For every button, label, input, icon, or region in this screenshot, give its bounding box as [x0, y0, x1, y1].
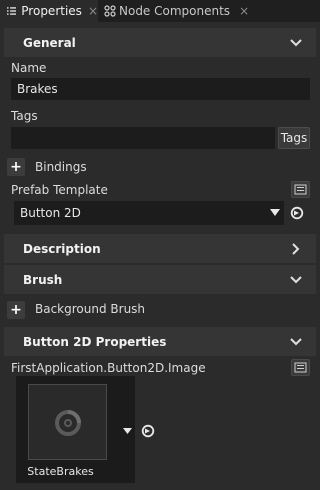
revert-icon[interactable]: [141, 424, 155, 438]
background-brush-label: Background Brush: [35, 302, 146, 316]
section-brush[interactable]: Brush: [4, 265, 316, 294]
browse-icon: [294, 184, 307, 195]
components-icon: [104, 5, 116, 17]
browse-icon: [294, 362, 307, 373]
image-preview[interactable]: StateBrakes: [16, 376, 135, 483]
section-button2d-properties[interactable]: Button 2D Properties: [4, 327, 316, 356]
section-description[interactable]: Description: [4, 234, 316, 263]
image-property-label: FirstApplication.Button2D.Image: [11, 361, 206, 375]
tags-label: Tags: [11, 109, 38, 123]
add-binding-button[interactable]: +: [7, 158, 25, 176]
image-caption: StateBrakes: [27, 465, 94, 478]
prefab-template-value: Button 2D: [20, 206, 81, 220]
close-icon[interactable]: ×: [88, 4, 98, 18]
tab-properties-label: Properties: [21, 4, 82, 18]
prefab-template-select[interactable]: Button 2D: [14, 201, 284, 225]
image-thumbnail[interactable]: [28, 384, 107, 460]
section-description-label: Description: [23, 241, 101, 256]
add-background-brush-button[interactable]: +: [7, 301, 25, 319]
chevron-down-icon: [290, 39, 302, 47]
tags-field[interactable]: [11, 127, 275, 149]
tab-properties[interactable]: Properties ×: [0, 0, 98, 22]
tab-node-components[interactable]: Node Components ×: [98, 0, 250, 22]
brake-disc-icon: [55, 410, 81, 436]
section-general-label: General: [23, 35, 76, 50]
chevron-right-icon: [292, 243, 300, 255]
tab-node-components-label: Node Components: [119, 4, 231, 18]
chevron-down-icon: [290, 338, 302, 346]
revert-icon[interactable]: [290, 206, 304, 220]
tags-button-label: Tags: [280, 131, 308, 145]
section-brush-label: Brush: [23, 272, 63, 287]
tags-button[interactable]: Tags: [278, 127, 310, 149]
chevron-down-icon: [290, 276, 302, 284]
image-browse-button[interactable]: [291, 359, 310, 376]
tab-bar: Properties × Node Components ×: [0, 0, 320, 22]
section-general[interactable]: General: [4, 28, 316, 57]
close-icon[interactable]: ×: [239, 4, 249, 18]
prefab-browse-button[interactable]: [291, 181, 310, 198]
dropdown-arrow-icon[interactable]: [123, 428, 132, 434]
name-value: Brakes: [17, 82, 58, 96]
bindings-label: Bindings: [35, 160, 87, 174]
name-label: Name: [11, 61, 47, 75]
prefab-template-label: Prefab Template: [11, 183, 108, 197]
list-icon: [7, 7, 17, 15]
section-button2d-label: Button 2D Properties: [23, 334, 167, 349]
name-field[interactable]: Brakes: [11, 78, 310, 100]
dropdown-arrow-icon: [270, 209, 280, 216]
